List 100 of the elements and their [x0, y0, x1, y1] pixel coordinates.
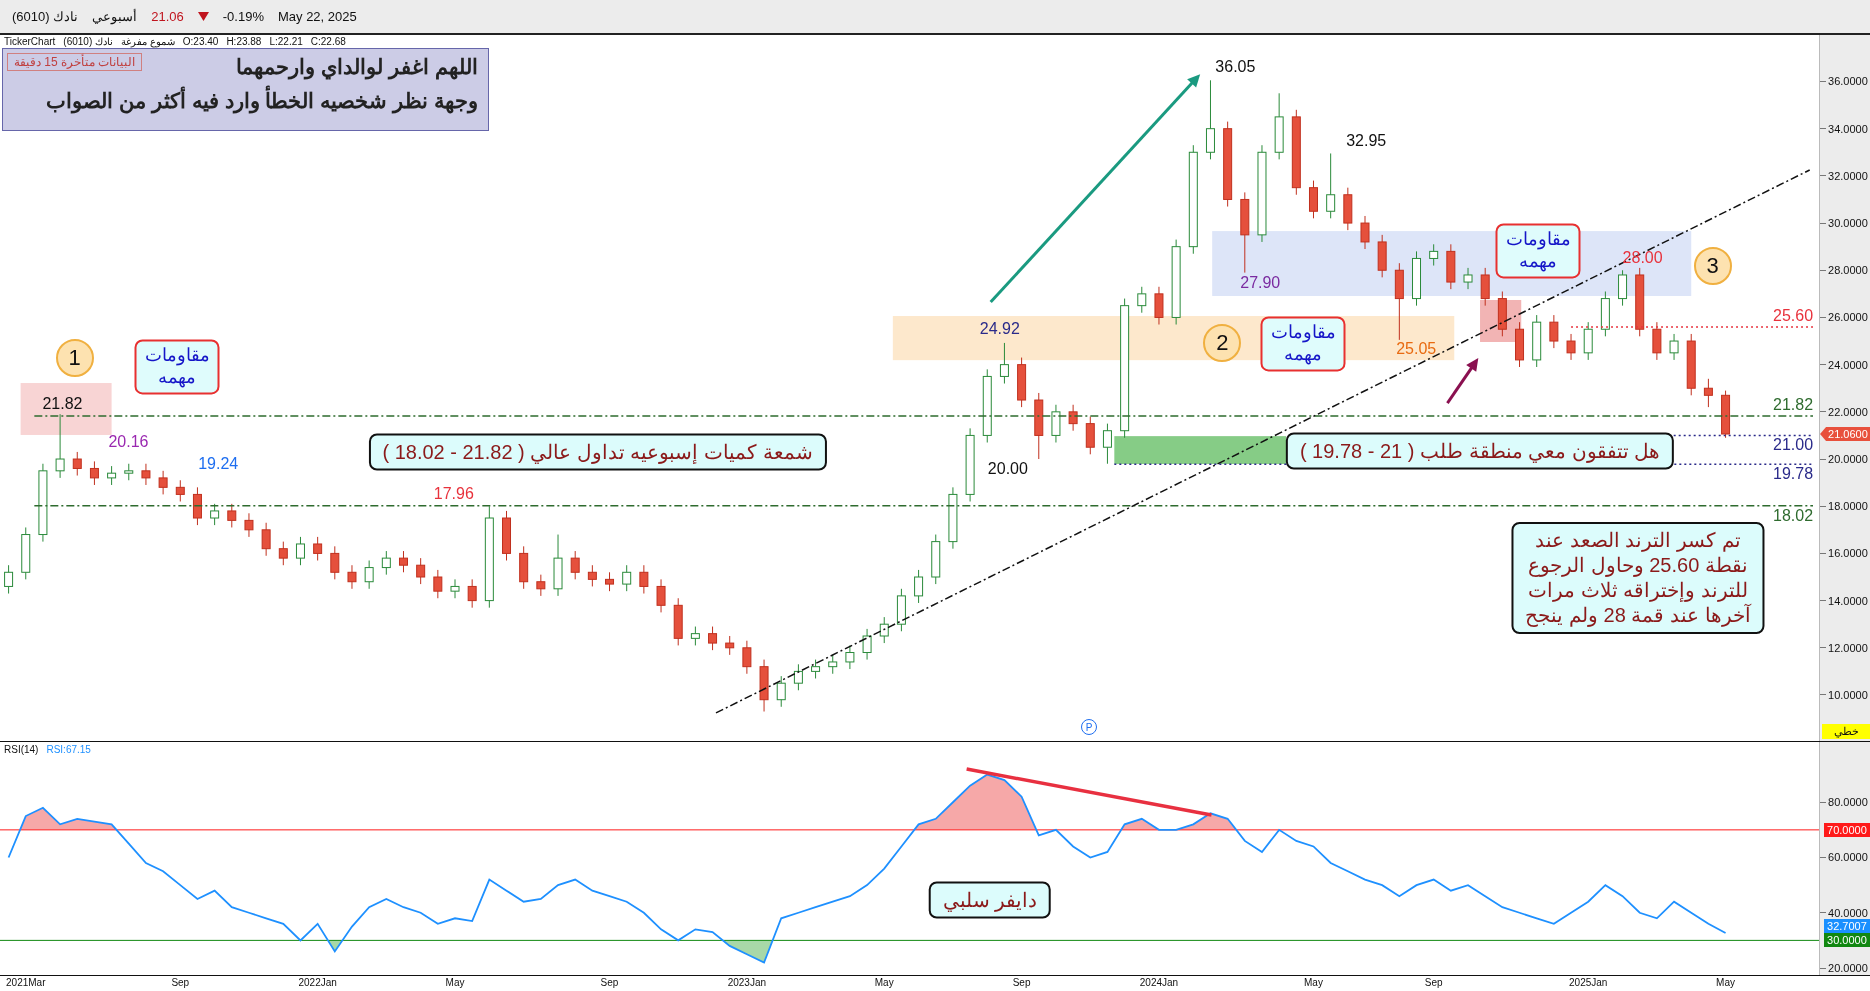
- candlestick: [89, 460, 99, 486]
- axis-label: 12.0000: [1828, 641, 1868, 654]
- candlestick: [330, 545, 340, 580]
- axis-label: 2021Mar: [6, 977, 46, 989]
- candlestick: [261, 522, 271, 557]
- candlestick: [278, 541, 288, 566]
- axis-label: Sep: [171, 977, 190, 989]
- indicator-reading: RSI:67.15: [46, 744, 91, 755]
- candlestick: [1652, 321, 1662, 361]
- candlestick: [587, 564, 597, 587]
- candlestick: [793, 663, 803, 691]
- chart-style-label: شموع مفرغة: [121, 36, 175, 47]
- candlestick: [759, 659, 769, 712]
- scale-mode-label[interactable]: خطي: [1822, 724, 1870, 739]
- axis-label: 2025Jan: [1569, 977, 1608, 989]
- candlestick: [381, 550, 391, 576]
- candlestick: [1583, 321, 1593, 361]
- value-tag: 70.0000: [1824, 822, 1870, 837]
- candlestick: [1721, 390, 1731, 439]
- candlestick: [210, 503, 220, 526]
- note-callout: دايفر سلبي: [928, 881, 1052, 919]
- price-label: 21.82: [42, 395, 83, 414]
- candlestick: [536, 574, 546, 597]
- level-label: 21.00: [1773, 436, 1814, 455]
- resistance-callout: مقاومات مهمه: [134, 339, 220, 395]
- price-label: 36.05: [1215, 58, 1256, 77]
- info-text: اللهم اغفر لوالداي وارحمهما: [236, 55, 478, 79]
- candlestick: [295, 536, 305, 566]
- candlestick: [914, 569, 924, 604]
- candlestick: [1429, 243, 1439, 267]
- candlestick: [931, 534, 941, 585]
- level-label: 19.78: [1773, 465, 1814, 484]
- oversold-area: [327, 940, 343, 952]
- candlestick: [1686, 333, 1696, 396]
- candlestick: [158, 470, 168, 495]
- candlestick: [502, 510, 511, 561]
- candlestick: [1343, 187, 1353, 231]
- candlestick: [879, 616, 889, 644]
- candlestick: [347, 564, 357, 590]
- candlestick: [553, 534, 563, 597]
- candlestick: [107, 465, 117, 486]
- change-percent: -0.19%: [222, 9, 264, 24]
- candlestick: [1635, 267, 1645, 337]
- price-label: 17.96: [433, 484, 474, 503]
- candlestick: [416, 557, 426, 585]
- indicator-title: RSI(14): [4, 744, 39, 755]
- axis-label: 2024Jan: [1139, 977, 1179, 989]
- ohlc-value: H:23.88: [226, 36, 262, 47]
- candlestick: [1446, 243, 1456, 290]
- candlestick: [21, 526, 31, 580]
- axis-label: 36.0000: [1828, 75, 1868, 88]
- candlestick: [227, 503, 237, 528]
- level-label: 25.60: [1773, 306, 1814, 325]
- candlestick: [1703, 378, 1713, 408]
- level-label: 18.02: [1773, 506, 1814, 525]
- candlestick: [690, 626, 700, 646]
- source-label: TickerChart: [4, 36, 56, 47]
- axis-label: 2022Jan: [298, 977, 337, 989]
- axis-label: 24.0000: [1828, 358, 1868, 371]
- axis-label: Sep: [600, 977, 619, 989]
- resistance-callout: مقاومات مهمه: [1495, 223, 1581, 279]
- candlestick: [1085, 416, 1095, 455]
- candlestick: [4, 564, 14, 594]
- candlestick: [1154, 286, 1164, 326]
- candlestick: [399, 550, 408, 573]
- candlestick: [1497, 291, 1507, 337]
- candlestick: [1377, 234, 1387, 278]
- candlestick: [519, 545, 529, 590]
- candlestick: [639, 564, 649, 594]
- number-badge: 1: [55, 339, 94, 378]
- candlestick: [999, 342, 1009, 384]
- axis-label: May: [445, 977, 465, 989]
- candlestick: [1549, 314, 1559, 349]
- price-label: 27.90: [1240, 274, 1281, 292]
- axis-label: 16.0000: [1828, 547, 1868, 560]
- candlestick: [141, 463, 151, 486]
- axis-label: May: [874, 977, 894, 989]
- candlestick: [1412, 250, 1421, 307]
- candlestick: [725, 635, 735, 656]
- candlestick: [845, 644, 855, 670]
- candlestick: [570, 550, 580, 580]
- axis-label: 60.0000: [1828, 851, 1868, 864]
- value-tag: 30.0000: [1824, 933, 1870, 948]
- interval-label: أسبوعي: [92, 9, 138, 24]
- candlestick: [313, 536, 323, 561]
- candlestick: [1480, 267, 1490, 307]
- candlestick: [673, 597, 683, 646]
- axis-label: 10.0000: [1828, 689, 1868, 701]
- candlestick: [776, 675, 786, 708]
- axis-label: Sep: [1012, 977, 1031, 989]
- ohlc-value: C:22.68: [310, 36, 346, 47]
- candlestick: [862, 628, 872, 661]
- price-label: 25.05: [1396, 340, 1437, 359]
- candlestick: [1102, 423, 1112, 465]
- candlestick: [55, 413, 65, 479]
- note-callout: تم كسر الترند الصعد عند نقطة 25.60 وحاول الرجوع للترند وإختراقه ثلاث مرات آخرها عند قمة 28 ولم ينجح: [1511, 521, 1765, 634]
- price-tag: 21.0600: [1820, 427, 1870, 441]
- candlestick: [1309, 180, 1318, 219]
- candlestick: [1137, 286, 1147, 314]
- axis-label: 14.0000: [1828, 594, 1868, 607]
